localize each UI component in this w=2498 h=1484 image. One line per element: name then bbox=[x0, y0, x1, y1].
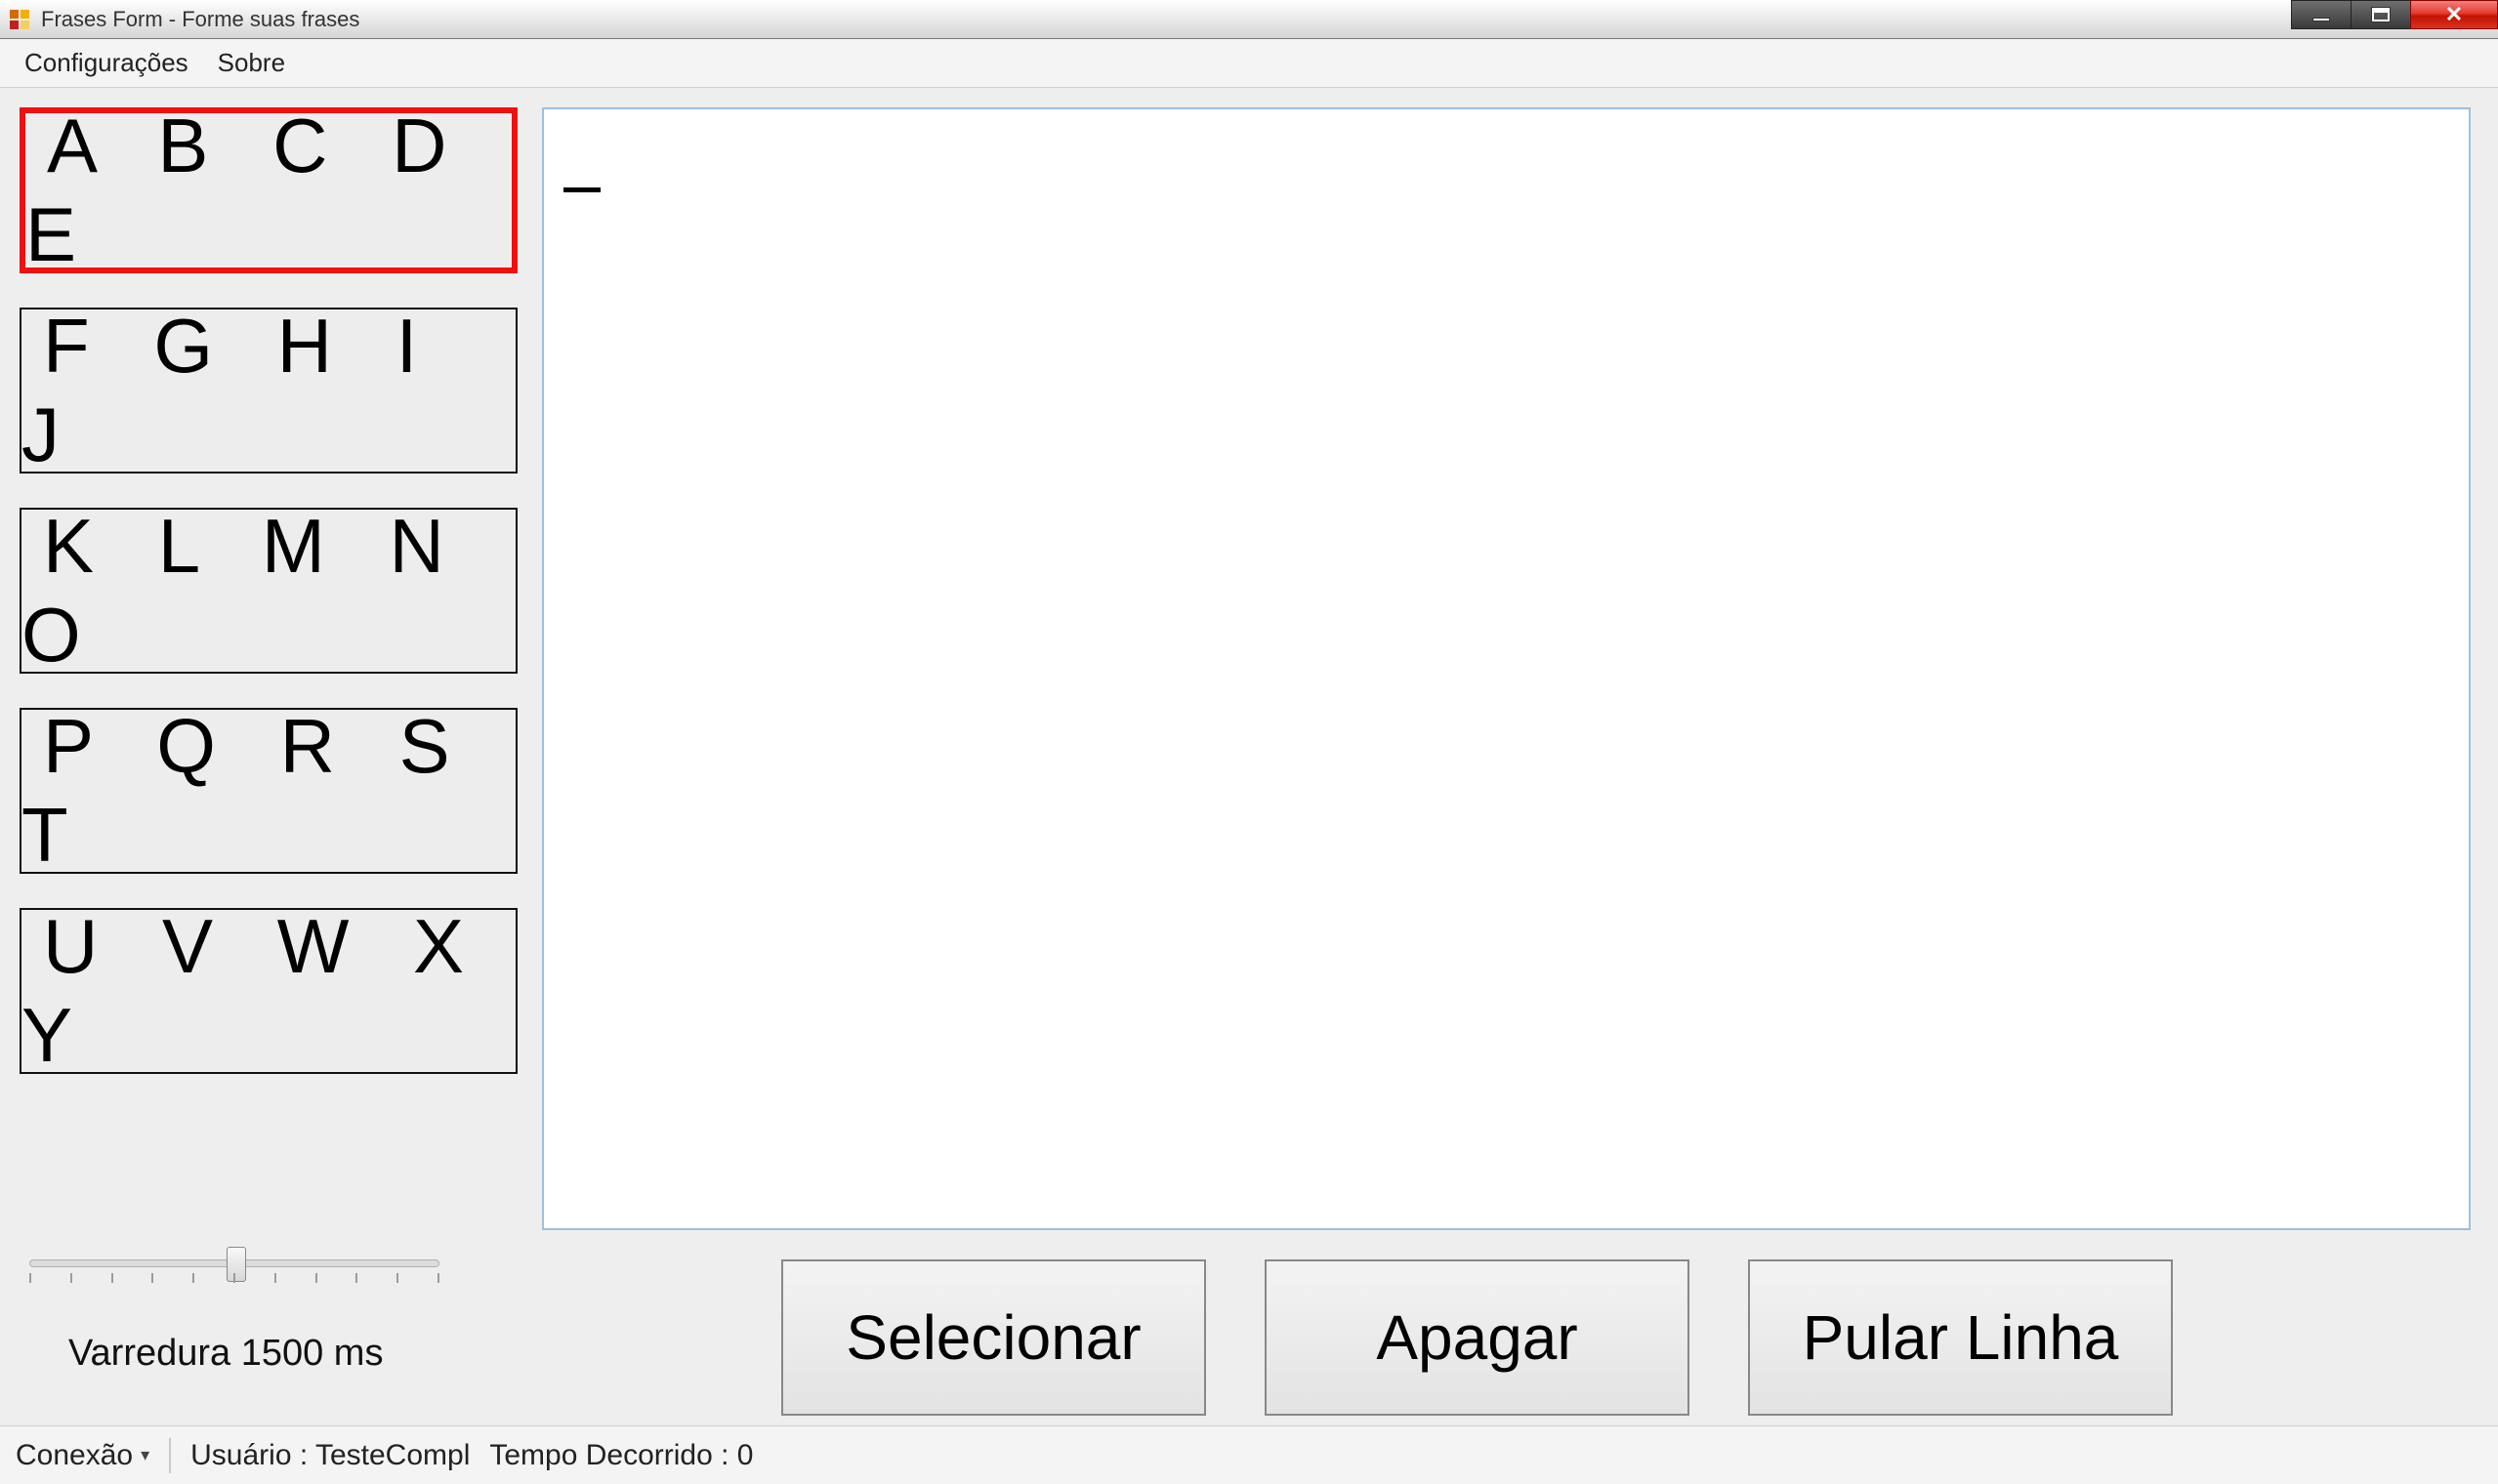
scan-slider[interactable] bbox=[29, 1259, 439, 1267]
close-button[interactable]: ✕ bbox=[2410, 0, 2498, 29]
app-icon bbox=[8, 8, 31, 31]
text-cursor-icon bbox=[563, 187, 601, 192]
menubar: Configurações Sobre bbox=[0, 39, 2498, 88]
newline-button[interactable]: Pular Linha bbox=[1748, 1259, 2173, 1416]
client-area: A B C D E F G H I J K L M N O P Q R S T … bbox=[0, 88, 2498, 1425]
status-elapsed: Tempo Decorrido : 0 bbox=[489, 1439, 753, 1472]
maximize-icon bbox=[2372, 8, 2390, 21]
minimize-button[interactable] bbox=[2291, 0, 2352, 29]
menu-config[interactable]: Configurações bbox=[24, 48, 188, 78]
status-separator bbox=[169, 1438, 171, 1473]
scan-label: Varredura 1500 ms bbox=[68, 1333, 383, 1375]
action-buttons: Selecionar Apagar Pular Linha bbox=[781, 1259, 2173, 1416]
slider-ticks bbox=[29, 1273, 439, 1283]
dropdown-icon: ▾ bbox=[141, 1445, 149, 1465]
letter-group-klmno[interactable]: K L M N O bbox=[20, 508, 518, 674]
statusbar: Conexão ▾ Usuário : TesteCompl Tempo Dec… bbox=[0, 1425, 2498, 1484]
delete-button[interactable]: Apagar bbox=[1265, 1259, 1689, 1416]
letter-groups: A B C D E F G H I J K L M N O P Q R S T … bbox=[20, 107, 518, 1074]
status-connection[interactable]: Conexão ▾ bbox=[16, 1439, 149, 1472]
window-controls: ✕ bbox=[2291, 0, 2498, 38]
titlebar: Frases Form - Forme suas frases ✕ bbox=[0, 0, 2498, 39]
letter-group-pqrst[interactable]: P Q R S T bbox=[20, 708, 518, 874]
menu-about[interactable]: Sobre bbox=[218, 48, 285, 78]
status-connection-label: Conexão bbox=[16, 1439, 133, 1472]
window-title: Frases Form - Forme suas frases bbox=[41, 7, 359, 32]
titlebar-left: Frases Form - Forme suas frases bbox=[8, 7, 359, 32]
maximize-button[interactable] bbox=[2351, 0, 2411, 29]
phrase-textbox[interactable] bbox=[542, 107, 2471, 1230]
status-user: Usuário : TesteCompl bbox=[190, 1439, 470, 1472]
minimize-icon bbox=[2312, 18, 2330, 21]
close-icon: ✕ bbox=[2445, 2, 2463, 27]
letter-group-uvwxy[interactable]: U V W X Y bbox=[20, 908, 518, 1074]
status-user-label: Usuário : TesteCompl bbox=[190, 1439, 470, 1472]
slider-track bbox=[29, 1259, 439, 1267]
letter-group-fghij[interactable]: F G H I J bbox=[20, 308, 518, 474]
select-button[interactable]: Selecionar bbox=[781, 1259, 1206, 1416]
letter-group-abcde[interactable]: A B C D E bbox=[20, 107, 518, 273]
status-elapsed-label: Tempo Decorrido : 0 bbox=[489, 1439, 753, 1472]
